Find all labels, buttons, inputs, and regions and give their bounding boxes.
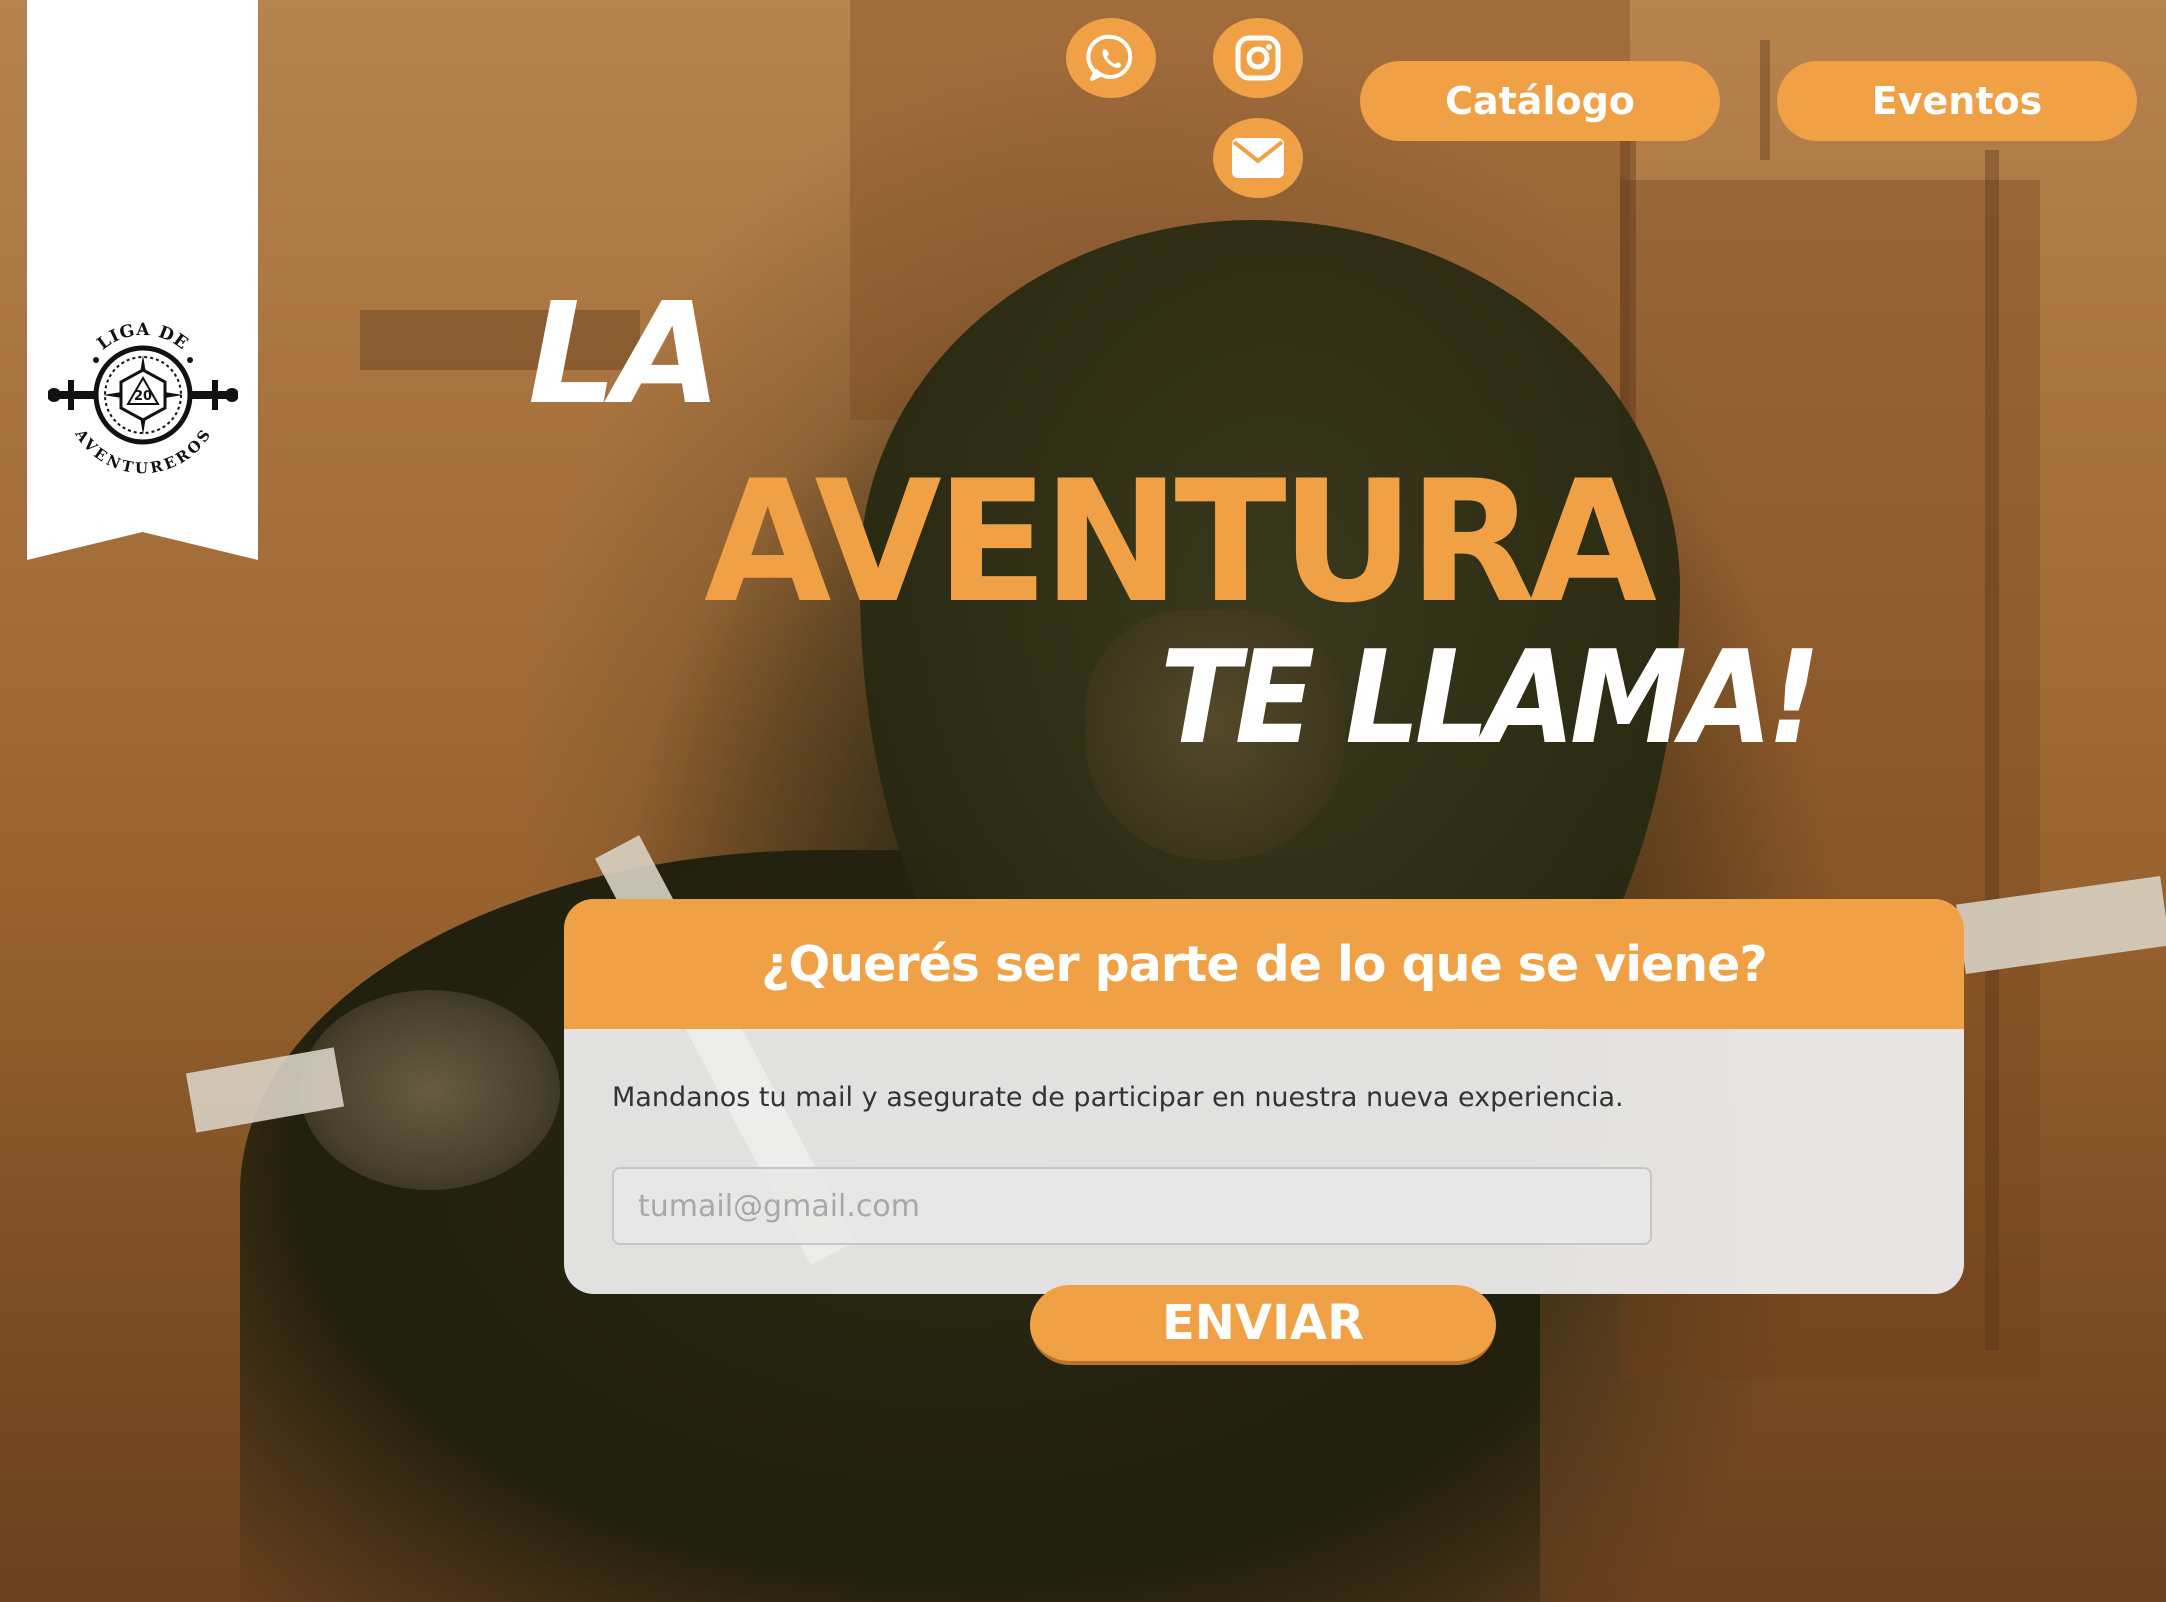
submit-button[interactable]: ENVIAR: [1030, 1285, 1496, 1365]
signup-card-header: ¿Querés ser parte de lo que se viene?: [564, 899, 1964, 1029]
whatsapp-icon: [1086, 34, 1133, 81]
logo-die-value: 20: [134, 389, 152, 404]
signup-description: Mandanos tu mail y asegurate de particip…: [612, 1082, 1624, 1113]
whatsapp-button[interactable]: [1066, 18, 1156, 98]
signup-card: ¿Querés ser parte de lo que se viene? Ma…: [564, 899, 1964, 1294]
signup-title: ¿Querés ser parte de lo que se viene?: [761, 935, 1768, 993]
mail-icon: [1232, 138, 1284, 178]
email-input[interactable]: [612, 1167, 1652, 1245]
nav-catalog-button[interactable]: Catálogo: [1360, 61, 1720, 141]
hero-line-2: AVENTURA: [704, 444, 1657, 640]
instagram-button[interactable]: [1213, 18, 1303, 98]
hero-line-1: LA: [528, 273, 722, 436]
hero-line-3: TE LLAMA!: [1160, 624, 1821, 773]
nav-events-button[interactable]: Eventos: [1777, 61, 2137, 141]
instagram-icon: [1235, 35, 1281, 81]
liga-de-aventureros-logo[interactable]: 20 LIGA DE AVENTUREROS: [48, 300, 238, 490]
email-button[interactable]: [1213, 118, 1303, 198]
